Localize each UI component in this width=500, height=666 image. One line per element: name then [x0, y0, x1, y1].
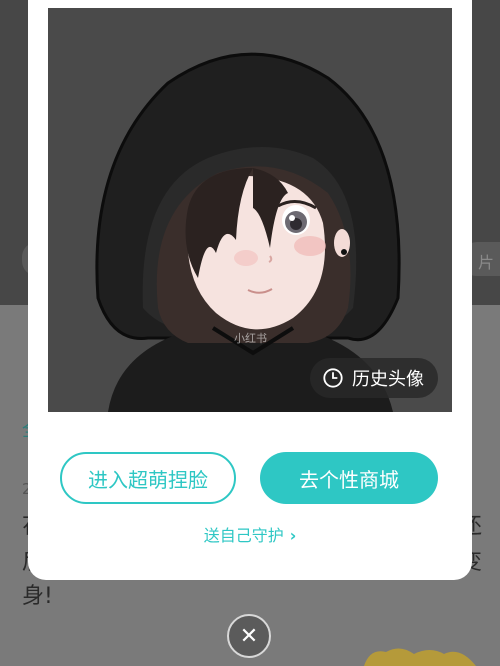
avatar-watermark: 小红书	[234, 332, 267, 345]
go-to-shop-button[interactable]: 去个性商城	[260, 452, 438, 504]
avatar-illustration	[95, 52, 401, 412]
clock-icon	[323, 368, 343, 388]
primary-actions: 进入超萌捏脸 去个性商城	[60, 452, 440, 508]
close-icon: ✕	[239, 623, 259, 649]
avatar-preview: 小红书 历史头像	[48, 8, 452, 412]
send-guard-link[interactable]: 送自己守护 ›	[28, 522, 472, 546]
close-modal-button[interactable]: ✕	[227, 614, 271, 658]
history-avatar-label: 历史头像	[352, 369, 424, 390]
history-avatar-button[interactable]: 历史头像	[310, 358, 438, 398]
enter-face-editor-button[interactable]: 进入超萌捏脸	[60, 452, 236, 504]
background-right-pill-text: 片	[477, 253, 494, 272]
chevron-right-icon: ›	[289, 526, 297, 545]
background-line3: 身!	[22, 584, 53, 609]
background-sticker	[364, 648, 476, 666]
avatar-modal: 小红书 历史头像 进入超萌捏脸 去个性商城 送自己守护 ›	[28, 0, 472, 580]
send-guard-label: 送自己守护	[203, 526, 284, 545]
